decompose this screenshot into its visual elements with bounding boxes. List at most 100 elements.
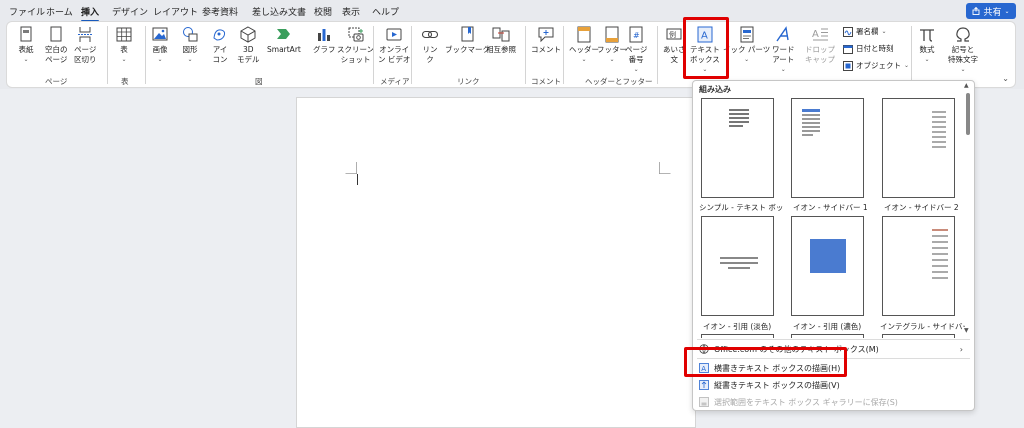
tab-design[interactable]: デザイン bbox=[112, 5, 148, 18]
wordart-button[interactable]: ワード アート ⌄ bbox=[772, 26, 795, 75]
tab-help[interactable]: ヘルプ bbox=[372, 5, 399, 18]
gallery-header: 組み込み bbox=[699, 85, 731, 94]
symbol-label: 記号と 特殊文字 bbox=[948, 45, 978, 64]
thumb-sidebar-block bbox=[802, 109, 820, 143]
cross-reference-icon bbox=[492, 26, 510, 43]
group-separator bbox=[107, 26, 108, 84]
cover-page-button[interactable]: 表紙 ⌄ bbox=[17, 26, 35, 65]
bookmark-label: ブックマーク bbox=[445, 45, 490, 54]
drop-cap-button[interactable]: A ドロップ キャップ bbox=[805, 26, 835, 65]
group-separator bbox=[411, 26, 412, 84]
header-label: ヘッダー bbox=[569, 45, 599, 54]
comment-button[interactable]: コメント bbox=[531, 26, 561, 55]
object-icon bbox=[843, 60, 853, 71]
page-number-button[interactable]: # ページ 番号 ⌄ bbox=[625, 26, 647, 75]
cross-reference-button[interactable]: 相互参照 bbox=[486, 26, 516, 55]
signature-label: 署名欄 bbox=[856, 27, 879, 36]
tab-layout[interactable]: レイアウト bbox=[153, 5, 198, 18]
object-button[interactable]: オブジェクト ⌄ bbox=[843, 60, 909, 71]
online-video-label: オンライ ン ビデオ bbox=[378, 45, 411, 64]
tab-file[interactable]: ファイル bbox=[9, 5, 45, 18]
chevron-down-icon: ⌄ bbox=[1004, 7, 1010, 15]
scrollbar-thumb[interactable] bbox=[966, 93, 970, 135]
shapes-button[interactable]: 図形 ⌄ bbox=[181, 26, 199, 65]
chevron-down-icon: ⌄ bbox=[609, 56, 615, 63]
quick-parts-button[interactable]: イック パーツ ⌄ bbox=[723, 26, 770, 65]
ribbon: 表紙 ⌄ 空白の ページ ページ 区切り ページ 表 ⌄ 表 画像 ⌄ 図形 ⌄… bbox=[6, 21, 1016, 88]
tab-review[interactable]: 校閲 bbox=[314, 5, 332, 18]
tab-insert[interactable]: 挿入 bbox=[81, 5, 100, 22]
ribbon-collapse-icon[interactable]: ⌄ bbox=[1002, 74, 1009, 83]
header-button[interactable]: ヘッダー ⌄ bbox=[569, 26, 599, 65]
link-icon bbox=[421, 26, 439, 43]
chevron-down-icon: ⌄ bbox=[633, 66, 639, 73]
page-number-icon: # bbox=[627, 26, 645, 43]
svg-text:例: 例 bbox=[669, 30, 676, 39]
icons-icon bbox=[211, 26, 229, 43]
signature-line-button[interactable]: 署名欄 ⌄ bbox=[843, 26, 887, 37]
gallery-thumb-partial[interactable] bbox=[882, 334, 955, 338]
page-break-icon bbox=[76, 26, 94, 43]
blank-page-button[interactable]: 空白の ページ bbox=[45, 26, 68, 65]
tab-mailings[interactable]: 差し込み文書 bbox=[252, 5, 306, 18]
menu-divider bbox=[697, 339, 970, 340]
icons-button[interactable]: アイ コン bbox=[211, 26, 229, 65]
menu-bar: ファイル ホーム 挿入 デザイン レイアウト 参考資料 差し込み文書 校閲 表示… bbox=[0, 0, 1024, 22]
draw-vertical-textbox-item[interactable]: 縦書きテキスト ボックスの描画(V) bbox=[699, 378, 840, 392]
quick-parts-icon bbox=[738, 26, 756, 43]
chevron-down-icon: ⌄ bbox=[121, 56, 127, 63]
bookmark-button[interactable]: ブックマーク bbox=[445, 26, 490, 55]
symbol-button[interactable]: 記号と 特殊文字 ⌄ bbox=[948, 26, 978, 75]
gallery-thumb-ion-sidebar-1[interactable] bbox=[791, 98, 864, 198]
tab-view[interactable]: 表示 bbox=[342, 5, 360, 18]
gallery-thumb-ion-sidebar-2[interactable] bbox=[882, 98, 955, 198]
footer-button[interactable]: フッター ⌄ bbox=[597, 26, 627, 65]
table-label: 表 bbox=[120, 45, 128, 54]
scroll-up-icon[interactable]: ▲ bbox=[964, 82, 969, 89]
picture-icon bbox=[151, 26, 169, 43]
3d-models-label: 3D モデル bbox=[237, 45, 260, 64]
gallery-thumb-simple-textbox[interactable] bbox=[701, 98, 774, 198]
gallery-thumb-integral-sidebar[interactable] bbox=[882, 216, 955, 316]
chart-button[interactable]: グラフ bbox=[313, 26, 336, 55]
link-label: リン ク bbox=[422, 45, 438, 64]
quick-parts-label: イック パーツ bbox=[723, 45, 771, 54]
vertical-textbox-icon bbox=[699, 380, 709, 390]
group-separator bbox=[373, 26, 374, 84]
calendar-icon bbox=[843, 44, 853, 54]
smartart-label: SmartArt bbox=[267, 45, 301, 54]
gallery-thumb-ion-quote-dark[interactable] bbox=[791, 216, 864, 316]
tab-references[interactable]: 参考資料 bbox=[202, 5, 238, 18]
gallery-thumb-ion-quote-light[interactable] bbox=[701, 216, 774, 316]
cover-page-icon bbox=[17, 26, 35, 43]
tab-home[interactable]: ホーム bbox=[46, 5, 73, 18]
comment-icon bbox=[537, 26, 555, 43]
smartart-icon bbox=[275, 26, 293, 43]
group-separator bbox=[911, 26, 912, 84]
online-video-button[interactable]: オンライ ン ビデオ bbox=[378, 26, 410, 65]
thumb-quote-dark-block bbox=[810, 239, 846, 273]
gallery-thumb-partial[interactable] bbox=[701, 334, 774, 338]
table-button[interactable]: 表 ⌄ bbox=[115, 26, 133, 65]
share-button[interactable]: 共有 ⌄ bbox=[966, 3, 1016, 19]
comment-label: コメント bbox=[531, 45, 561, 54]
3d-models-button[interactable]: 3D モデル bbox=[237, 26, 260, 65]
gallery-caption: イオン - サイドバー 2 bbox=[884, 203, 959, 212]
gallery-scrollbar[interactable]: ▲ ▼ bbox=[964, 82, 972, 335]
icons-label: アイ コン bbox=[212, 45, 228, 64]
link-button[interactable]: リン ク bbox=[421, 26, 439, 65]
gallery-caption: インテグラル - サイドバー bbox=[880, 322, 965, 331]
gallery-thumb-partial[interactable] bbox=[791, 334, 864, 338]
chevron-down-icon: ⌄ bbox=[187, 56, 193, 63]
equation-button[interactable]: 数式 ⌄ bbox=[918, 26, 936, 65]
scroll-down-icon[interactable]: ▼ bbox=[964, 327, 969, 334]
date-time-button[interactable]: 日付と時刻 bbox=[843, 43, 894, 54]
page-break-button[interactable]: ページ 区切り bbox=[74, 26, 97, 65]
document-page[interactable] bbox=[296, 97, 696, 428]
smartart-button[interactable]: SmartArt bbox=[267, 26, 301, 55]
screenshot-button[interactable]: スクリーン ショット bbox=[337, 26, 374, 65]
chevron-down-icon: ⌄ bbox=[780, 66, 786, 73]
save-selection-to-gallery-item[interactable]: 選択範囲をテキスト ボックス ギャラリーに保存(S) bbox=[699, 395, 898, 409]
shapes-icon bbox=[181, 26, 199, 43]
picture-button[interactable]: 画像 ⌄ bbox=[151, 26, 169, 65]
